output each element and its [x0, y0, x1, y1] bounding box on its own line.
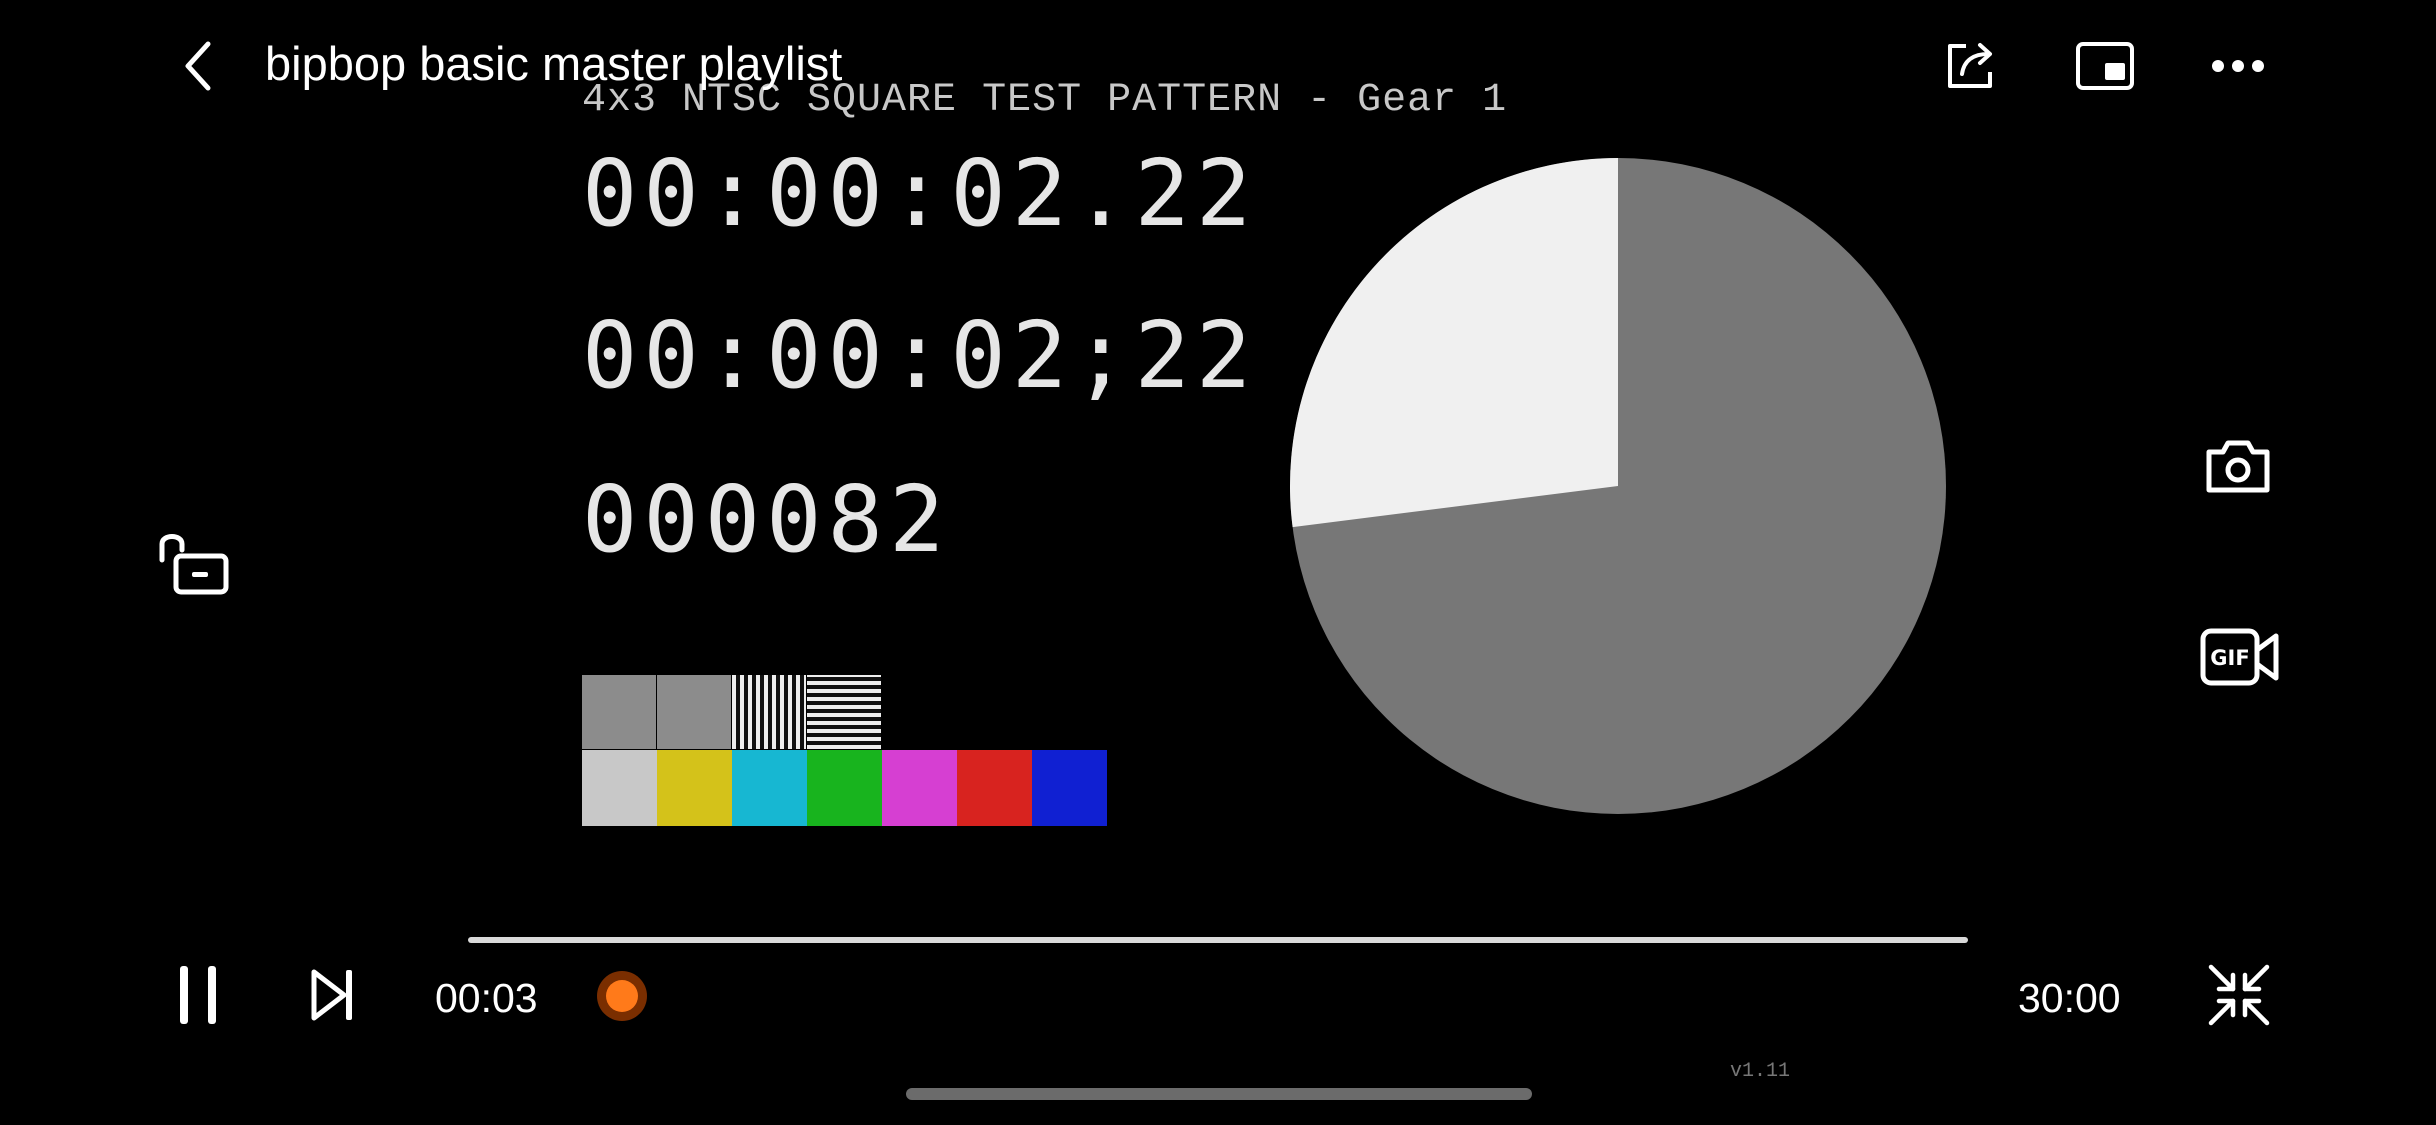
screenshot-button[interactable] — [2202, 434, 2274, 498]
scrubber-dot — [606, 980, 639, 1012]
color-bar-swatch — [957, 750, 1032, 826]
color-bar-swatch — [582, 750, 657, 826]
share-button[interactable] — [1942, 36, 2002, 96]
progress-track[interactable] — [468, 937, 1968, 943]
gif-record-icon: GIF — [2200, 628, 2279, 686]
share-icon — [1948, 43, 1992, 88]
more-horizontal-icon — [2212, 60, 2264, 72]
scrubber-handle[interactable] — [597, 971, 648, 1021]
unlock-icon — [159, 534, 229, 595]
pause-button[interactable] — [170, 962, 226, 1028]
color-bar-swatch — [1032, 750, 1107, 826]
timecode-decimal: 00:00:02.22 — [582, 140, 1258, 247]
exit-fullscreen-button[interactable] — [2206, 962, 2272, 1028]
camera-icon — [2206, 440, 2270, 493]
gray-tile — [582, 675, 656, 749]
svg-text:GIF: GIF — [2210, 646, 2249, 670]
color-bar-swatch — [732, 750, 807, 826]
total-time: 30:00 — [2018, 975, 2121, 1021]
gif-record-button[interactable]: GIF — [2200, 626, 2280, 688]
color-bar-swatch — [807, 750, 882, 826]
exit-fullscreen-icon — [2208, 964, 2270, 1026]
current-time: 00:03 — [435, 975, 538, 1021]
color-bar-swatch — [882, 750, 957, 826]
skip-next-icon — [311, 969, 352, 1021]
more-button[interactable] — [2208, 36, 2268, 96]
lock-screen-button[interactable] — [152, 520, 232, 600]
pie-slice — [1290, 158, 1618, 528]
timecode-dropframe: 00:00:02;22 — [582, 302, 1258, 409]
next-button[interactable] — [302, 964, 362, 1026]
chevron-left-icon — [185, 41, 211, 91]
video-frame[interactable]: 4x3 NTSC SQUARE TEST PATTERN - Gear 1 00… — [0, 0, 2436, 1125]
horizontal-lines-tile — [807, 675, 881, 749]
gray-tile — [657, 675, 731, 749]
picture-in-picture-button[interactable] — [2074, 36, 2136, 96]
back-button[interactable] — [168, 36, 228, 96]
version-label: v1.11 — [1730, 1060, 1791, 1083]
picture-in-picture-icon — [2076, 42, 2134, 90]
video-title: bipbop basic master playlist — [265, 37, 843, 90]
color-bar-swatch — [657, 750, 732, 826]
home-indicator[interactable] — [906, 1088, 1532, 1100]
pause-icon — [180, 966, 216, 1024]
vertical-lines-tile — [732, 675, 806, 749]
frame-counter: 000082 — [582, 466, 951, 573]
test-pattern-pie — [1290, 158, 1946, 814]
